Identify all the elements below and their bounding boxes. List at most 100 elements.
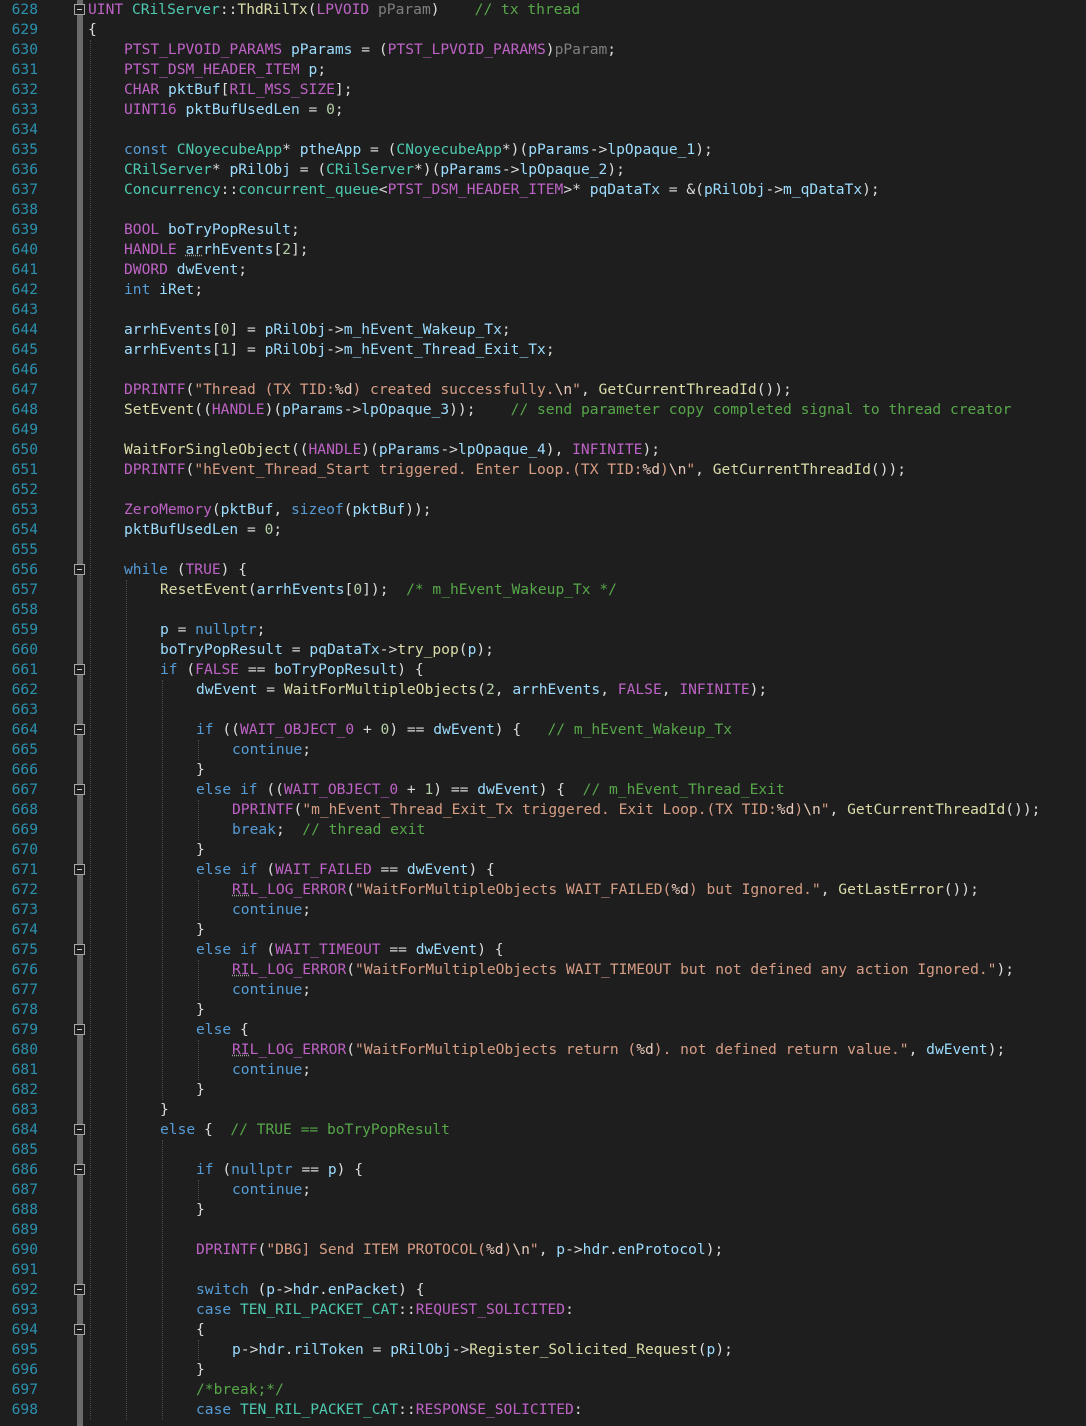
collapse-toggle-icon[interactable]	[74, 944, 85, 955]
code-token: ==	[292, 1161, 328, 1178]
code-line[interactable]: 657 ResetEvent(arrhEvents[0]); /* m_hEven…	[0, 580, 1086, 600]
code-line[interactable]: 638	[0, 200, 1086, 220]
collapse-toggle-icon[interactable]	[74, 1284, 85, 1295]
code-line[interactable]: 674}	[0, 920, 1086, 940]
collapse-toggle-icon[interactable]	[74, 1024, 85, 1035]
code-line[interactable]: 681 continue;	[0, 1060, 1086, 1080]
code-line[interactable]: 662 dwEvent = WaitForMultipleObjects(2, a…	[0, 680, 1086, 700]
code-token: pParam	[554, 41, 608, 58]
code-line[interactable]: 650 WaitForSingleObject((HANDLE)(pParams-…	[0, 440, 1086, 460]
code-token: GetLastError	[838, 881, 944, 898]
collapse-toggle-icon[interactable]	[74, 1324, 85, 1335]
code-line[interactable]: 656 while (TRUE) {	[0, 560, 1086, 580]
code-line[interactable]: 688}	[0, 1200, 1086, 1220]
code-line[interactable]: 629 {	[0, 20, 1086, 40]
code-line[interactable]: 645 arrhEvents[1] = pRilObj->m_hEvent_Thr…	[0, 340, 1086, 360]
code-line[interactable]: 691	[0, 1260, 1086, 1280]
code-line[interactable]: 649	[0, 420, 1086, 440]
code-line[interactable]: 685	[0, 1140, 1086, 1160]
code-token: 0	[326, 101, 335, 118]
code-line[interactable]: 628 UINT CRilServer::ThdRilTx(LPVOID pPar…	[0, 0, 1086, 20]
code-line[interactable]: 632 CHAR pktBuf[RIL_MSS_SIZE];	[0, 80, 1086, 100]
code-line[interactable]: 654 pktBufUsedLen = 0;	[0, 520, 1086, 540]
code-token: continue	[232, 1181, 303, 1198]
collapse-toggle-icon[interactable]	[74, 784, 85, 795]
code-line[interactable]: 667 else if ((WAIT_OBJECT_0 + 1) == dwEve…	[0, 780, 1086, 800]
code-line[interactable]: 664 if ((WAIT_OBJECT_0 + 0) == dwEvent) {…	[0, 720, 1086, 740]
code-line[interactable]: 636 CRilServer* pRilObj = (CRilServer*)(p…	[0, 160, 1086, 180]
code-line[interactable]: 655	[0, 540, 1086, 560]
code-line[interactable]: 683}	[0, 1100, 1086, 1120]
code-line[interactable]: 692 switch (p->hdr.enPacket) {	[0, 1280, 1086, 1300]
code-editor[interactable]: 628 UINT CRilServer::ThdRilTx(LPVOID pPar…	[0, 0, 1086, 1426]
code-line[interactable]: 643	[0, 300, 1086, 320]
code-line[interactable]: 668 DPRINTF("m_hEvent_Thread_Exit_Tx trig…	[0, 800, 1086, 820]
collapse-toggle-icon[interactable]	[74, 564, 85, 575]
code-token: =	[257, 681, 284, 698]
code-token: ,	[829, 801, 848, 818]
collapse-toggle-icon[interactable]	[74, 1124, 85, 1135]
code-line[interactable]: 647 DPRINTF("Thread (TX TID:%d) created s…	[0, 380, 1086, 400]
code-line[interactable]: 680 RIL_LOG_ERROR("WaitForMultipleObjects…	[0, 1040, 1086, 1060]
code-line[interactable]: 651 DPRINTF("hEvent_Thread_Start triggere…	[0, 460, 1086, 480]
code-line[interactable]: 671 else if (WAIT_FAILED == dwEvent) {	[0, 860, 1086, 880]
code-line[interactable]: 637 Concurrency::concurrent_queue<PTST_DS…	[0, 180, 1086, 200]
code-line[interactable]: 630 PTST_LPVOID_PARAMS pParams = (PTST_LP…	[0, 40, 1086, 60]
code-line[interactable]: 694 {	[0, 1320, 1086, 1340]
code-line[interactable]: 689	[0, 1220, 1086, 1240]
code-line[interactable]: 697 /*break;*/	[0, 1380, 1086, 1400]
code-token: "	[820, 801, 830, 818]
code-line[interactable]: 631 PTST_DSM_HEADER_ITEM p;	[0, 60, 1086, 80]
code-line[interactable]: 660 boTryPopResult = pqDataTx->try_pop(p)…	[0, 640, 1086, 660]
collapse-toggle-icon[interactable]	[74, 4, 85, 15]
code-line[interactable]: 666}	[0, 760, 1086, 780]
code-line[interactable]: 682}	[0, 1080, 1086, 1100]
code-line[interactable]: 695 p->hdr.rilToken = pRilObj->Register_S…	[0, 1340, 1086, 1360]
code-line[interactable]: 686 if (nullptr == p) {	[0, 1160, 1086, 1180]
code-line[interactable]: 670}	[0, 840, 1086, 860]
collapse-toggle-icon[interactable]	[74, 724, 85, 735]
code-token: ;	[317, 61, 327, 78]
code-line[interactable]: 677 continue;	[0, 980, 1086, 1000]
code-line[interactable]: 648 SetEvent((HANDLE)(pParams->lpOpaque_3…	[0, 400, 1086, 420]
code-line[interactable]: 646	[0, 360, 1086, 380]
code-line[interactable]: 690 DPRINTF("DBG] Send ITEM PROTOCOL(%d)\…	[0, 1240, 1086, 1260]
code-line[interactable]: 633 UINT16 pktBufUsedLen = 0;	[0, 100, 1086, 120]
code-line[interactable]: 642 int iRet;	[0, 280, 1086, 300]
code-line[interactable]: 696}	[0, 1360, 1086, 1380]
code-line[interactable]: 661 if (FALSE == boTryPopResult) {	[0, 660, 1086, 680]
code-line[interactable]: 635 const CNoyecubeApp* ptheApp = (CNoyec…	[0, 140, 1086, 160]
code-line[interactable]: 687 continue;	[0, 1180, 1086, 1200]
code-line[interactable]: 659 p = nullptr;	[0, 620, 1086, 640]
code-line[interactable]: 672 RIL_LOG_ERROR("WaitForMultipleObjects…	[0, 880, 1086, 900]
code-line[interactable]: 675 else if (WAIT_TIMEOUT == dwEvent) {	[0, 940, 1086, 960]
code-line[interactable]: 679 else {	[0, 1020, 1086, 1040]
code-line[interactable]: 641 DWORD dwEvent;	[0, 260, 1086, 280]
line-number: 673	[11, 901, 38, 918]
code-line[interactable]: 653 ZeroMemory(pktBuf, sizeof(pktBuf));	[0, 500, 1086, 520]
code-line[interactable]: 640 HANDLE arrhEvents[2];	[0, 240, 1086, 260]
code-line[interactable]: 693 case TEN_RIL_PACKET_CAT::REQUEST_SOLI…	[0, 1300, 1086, 1320]
code-line[interactable]: 663	[0, 700, 1086, 720]
collapse-toggle-icon[interactable]	[74, 664, 85, 675]
collapse-toggle-icon[interactable]	[74, 1164, 85, 1175]
code-token: "	[529, 1241, 539, 1258]
code-line[interactable]: 698 case TEN_RIL_PACKET_CAT::RESPONSE_SOL…	[0, 1400, 1086, 1420]
code-line[interactable]: 669 break; // thread exit	[0, 820, 1086, 840]
code-line[interactable]: 684 else { // TRUE == boTryPopResult	[0, 1120, 1086, 1140]
collapse-toggle-icon[interactable]	[74, 864, 85, 875]
code-line[interactable]: 634	[0, 120, 1086, 140]
code-token: pParams	[528, 141, 590, 158]
code-token: case	[196, 1301, 232, 1318]
code-line[interactable]: 665 continue;	[0, 740, 1086, 760]
code-token: L_LOG_ERROR	[249, 961, 347, 978]
code-line[interactable]: 644 arrhEvents[0] = pRilObj->m_hEvent_Wak…	[0, 320, 1086, 340]
code-line[interactable]: 676 RIL_LOG_ERROR("WaitForMultipleObjects…	[0, 960, 1086, 980]
code-line[interactable]: 658	[0, 600, 1086, 620]
code-token: ((	[213, 721, 240, 738]
code-line[interactable]: 678}	[0, 1000, 1086, 1020]
code-line[interactable]: 652	[0, 480, 1086, 500]
code-line[interactable]: 673 continue;	[0, 900, 1086, 920]
code-line[interactable]: 639 BOOL boTryPopResult;	[0, 220, 1086, 240]
